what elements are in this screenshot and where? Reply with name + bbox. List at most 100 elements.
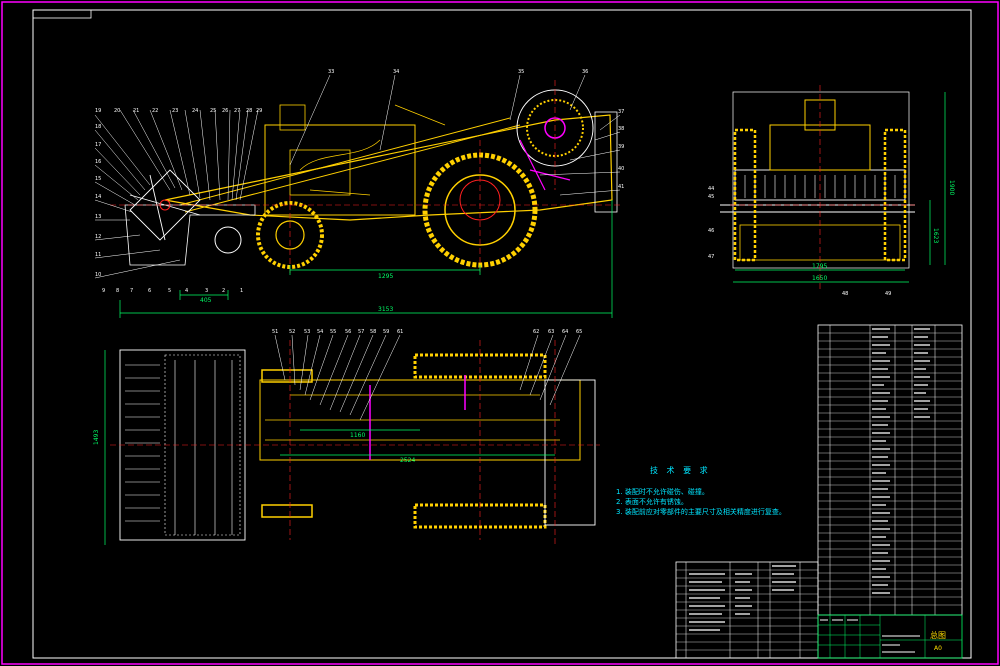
technical-requirements-heading: 技 术 要 求 — [650, 466, 711, 475]
header-frame — [124, 204, 256, 266]
svg-text:1: 1 — [240, 288, 243, 294]
svg-text:46: 46 — [708, 228, 714, 234]
svg-text:35: 35 — [518, 69, 524, 75]
cutter-drum — [214, 226, 242, 254]
drawing-title: 总图 — [930, 631, 946, 640]
top-dim-lines — [104, 350, 555, 545]
dim-top-length-text: 2524 — [400, 457, 415, 464]
svg-text:27: 27 — [234, 108, 240, 114]
technical-requirement-1: 1. 装配时不允许碰伤、碰撞。 — [616, 488, 709, 496]
technical-requirement-2: 2. 表面不允许有锈蚀。 — [616, 498, 688, 506]
svg-text:41: 41 — [618, 184, 624, 190]
svg-text:37: 37 — [618, 109, 624, 115]
top-shafts — [265, 394, 560, 461]
svg-text:62: 62 — [533, 329, 539, 335]
svg-text:53: 53 — [304, 329, 310, 335]
svg-text:2: 2 — [222, 288, 225, 294]
svg-text:59: 59 — [383, 329, 389, 335]
svg-text:48: 48 — [842, 291, 848, 297]
dim-height-text: 1900 — [948, 180, 955, 195]
top-part-labels: 51 52 53 54 55 56 57 58 59 61 62 63 64 65 — [272, 329, 582, 335]
front-view-outline — [732, 91, 910, 269]
svg-text:20: 20 — [114, 108, 120, 114]
part-leaders-top — [119, 74, 586, 201]
svg-text:51: 51 — [272, 329, 278, 335]
svg-text:5: 5 — [168, 288, 171, 294]
top-front-axle-right — [261, 504, 313, 518]
top-view: 2524 1160 1493 51 52 53 54 55 56 57 58 59 61 62 63… — [93, 329, 600, 545]
svg-text:19: 19 — [95, 108, 101, 114]
dim-top-mid-text: 1160 — [350, 432, 365, 439]
corner-tag — [32, 9, 92, 19]
standard-parts-table — [675, 561, 819, 659]
svg-text:8: 8 — [116, 288, 119, 294]
svg-text:17: 17 — [95, 142, 101, 148]
svg-text:28: 28 — [246, 108, 252, 114]
svg-text:34: 34 — [393, 69, 399, 75]
top-rear-unit — [544, 379, 596, 526]
svg-text:36: 36 — [582, 69, 588, 75]
engine-body — [264, 124, 416, 216]
parts-list-frame — [817, 324, 963, 616]
dim-top-width-text: 1493 — [93, 430, 100, 445]
svg-text:47: 47 — [708, 254, 714, 260]
svg-text:15: 15 — [95, 176, 101, 182]
top-header-tines — [125, 360, 233, 535]
std-table-entries — [689, 565, 796, 631]
svg-text:29: 29 — [256, 108, 262, 114]
svg-text:26: 26 — [222, 108, 228, 114]
svg-text:23: 23 — [172, 108, 178, 114]
part-leaders-right — [539, 114, 621, 196]
dim-side-height-text: 1623 — [932, 228, 939, 243]
svg-text:57: 57 — [358, 329, 364, 335]
top-magenta-rods — [369, 375, 466, 460]
svg-text:21: 21 — [133, 108, 139, 114]
svg-text:64: 64 — [562, 329, 568, 335]
svg-text:58: 58 — [370, 329, 376, 335]
svg-text:11: 11 — [95, 252, 101, 258]
dim-width-bottom-text: 1650 — [812, 275, 827, 282]
svg-text:9: 9 — [102, 288, 105, 294]
svg-text:40: 40 — [618, 166, 624, 172]
dim-front-text: 405 — [200, 297, 212, 304]
side-centerlines — [110, 80, 620, 275]
svg-text:18: 18 — [95, 124, 101, 130]
svg-text:7: 7 — [130, 288, 133, 294]
rear-hood — [594, 111, 618, 213]
technical-requirement-3: 3. 装配前应对零部件的主要尺寸及相关精度进行复查。 — [616, 508, 786, 516]
svg-text:13: 13 — [95, 214, 101, 220]
svg-text:63: 63 — [548, 329, 554, 335]
svg-text:55: 55 — [330, 329, 336, 335]
svg-text:12: 12 — [95, 234, 101, 240]
svg-text:52: 52 — [289, 329, 295, 335]
parts-list-rows — [818, 332, 962, 606]
svg-text:56: 56 — [345, 329, 351, 335]
part-leaders-left — [94, 114, 181, 279]
svg-text:16: 16 — [95, 159, 101, 165]
svg-text:22: 22 — [152, 108, 158, 114]
svg-text:24: 24 — [192, 108, 198, 114]
dim-wheelbase-text: 1295 — [378, 273, 393, 280]
svg-text:10: 10 — [95, 272, 101, 278]
seat-block — [279, 104, 306, 131]
dim-main-line — [119, 200, 613, 318]
front-view: 1795 1650 1900 1623 44 45 46 47 48 49 — [708, 85, 955, 297]
parts-list-table — [817, 324, 963, 616]
svg-text:65: 65 — [576, 329, 582, 335]
dim-main-text: 3153 — [378, 306, 393, 313]
cad-drawing-sheet: 19 20 21 22 23 24 25 26 27 28 29 33 34 35 36 37383940… — [1, 1, 999, 665]
dim-width-top-text: 1795 — [812, 263, 827, 270]
svg-text:39: 39 — [618, 144, 624, 150]
drawing-scale: A0 — [934, 645, 942, 652]
svg-text:38: 38 — [618, 126, 624, 132]
svg-text:61: 61 — [397, 329, 403, 335]
svg-text:44: 44 — [708, 186, 714, 192]
svg-text:45: 45 — [708, 194, 714, 200]
svg-text:4: 4 — [185, 288, 188, 294]
svg-text:54: 54 — [317, 329, 323, 335]
side-view: 19 20 21 22 23 24 25 26 27 28 29 33 34 35 36 37383940… — [94, 69, 624, 318]
svg-text:25: 25 — [210, 108, 216, 114]
svg-text:6: 6 — [148, 288, 151, 294]
svg-text:49: 49 — [885, 291, 891, 297]
svg-text:3: 3 — [205, 288, 208, 294]
